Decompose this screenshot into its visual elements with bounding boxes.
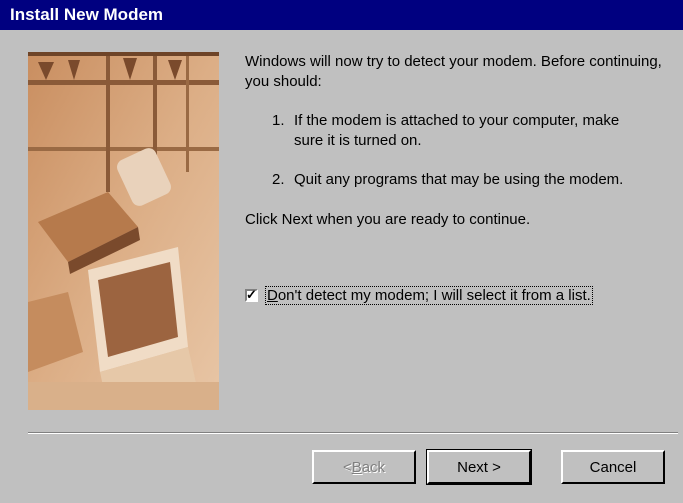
- cancel-button[interactable]: Cancel: [561, 450, 665, 484]
- mnemonic-letter: B: [351, 458, 362, 476]
- instructions-panel: Windows will now try to detect your mode…: [245, 52, 675, 230]
- continue-text: Click Next when you are ready to continu…: [245, 211, 531, 228]
- dialog-title-bar[interactable]: Install New Modem: [0, 0, 683, 30]
- separator-line: [28, 432, 678, 434]
- wizard-illustration: [28, 52, 219, 410]
- mnemonic-letter: D: [267, 287, 278, 304]
- intro-text: Windows will now try to detect your mode…: [245, 53, 662, 90]
- checkmark-icon: ✓: [246, 287, 257, 302]
- step-text: If the modem is attached to your compute…: [294, 112, 620, 149]
- dont-detect-checkbox-label[interactable]: Don't detect my modem; I will select it …: [265, 286, 593, 305]
- back-prefix: <: [342, 458, 352, 476]
- step-item-1: 1. If the modem is attached to your comp…: [245, 111, 675, 151]
- step-number: 1.: [272, 112, 285, 129]
- dont-detect-checkbox[interactable]: ✓: [245, 287, 258, 302]
- back-label: ack: [361, 458, 386, 476]
- computer-illustration-icon: [28, 52, 219, 410]
- next-button[interactable]: Next >: [426, 449, 532, 485]
- label-text: on't detect my modem; I will select it f…: [277, 287, 591, 304]
- dialog-title: Install New Modem: [10, 5, 164, 24]
- back-button[interactable]: < Back: [312, 450, 416, 484]
- dont-detect-checkbox-row[interactable]: ✓ Don't detect my modem; I will select i…: [245, 286, 593, 305]
- step-text: Quit any programs that may be using the …: [294, 171, 624, 188]
- step-number: 2.: [272, 171, 285, 188]
- step-item-2: 2. Quit any programs that may be using t…: [245, 170, 675, 190]
